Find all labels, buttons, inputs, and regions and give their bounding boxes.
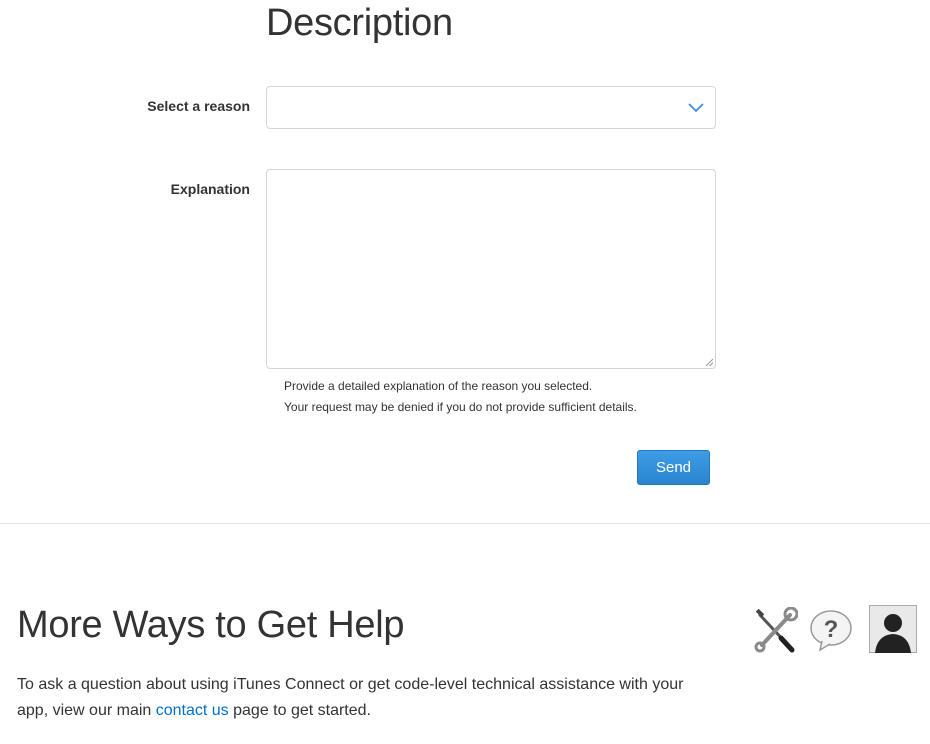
person-silhouette-icon[interactable] [869, 605, 917, 653]
reason-label: Select a reason [147, 98, 250, 114]
contact-us-link[interactable]: contact us [156, 702, 229, 719]
help-title: More Ways to Get Help [17, 604, 405, 646]
help-text-end: page to get started. [228, 702, 371, 719]
reason-select[interactable] [266, 86, 716, 129]
section-divider [0, 523, 930, 524]
svg-text:?: ? [824, 616, 839, 643]
help-text: To ask a question about using iTunes Con… [17, 672, 717, 724]
send-button[interactable]: Send [637, 450, 710, 485]
tools-icon[interactable] [752, 607, 798, 653]
explanation-label: Explanation [170, 181, 250, 197]
explanation-textarea[interactable] [266, 169, 716, 369]
resize-grip-icon[interactable] [705, 358, 713, 366]
question-bubble-icon[interactable]: ? [808, 607, 854, 653]
explanation-hint-2: Your request may be denied if you do not… [284, 400, 637, 414]
explanation-hint-1: Provide a detailed explanation of the re… [284, 379, 593, 393]
description-title: Description [266, 2, 453, 44]
chevron-down-icon [688, 103, 704, 113]
